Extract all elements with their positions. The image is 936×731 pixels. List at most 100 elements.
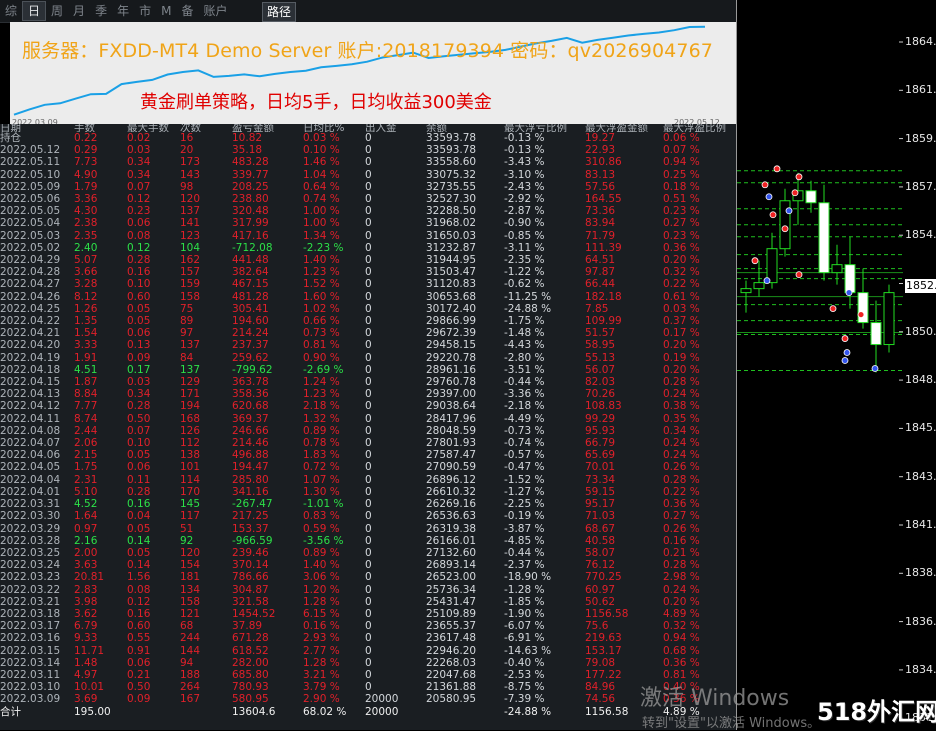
table-row[interactable]: 2022.04.12 7.77 0.28 194 620.68 2.18 % 0 29038.… (0, 400, 736, 412)
path-button[interactable]: 路径 (262, 2, 297, 22)
table-row[interactable]: 2022.04.08 2.44 0.07 126 246.66 0.89 % 0 28048.… (0, 425, 736, 437)
equity-curve-panel: 服务器：FXDD-MT4 Demo Server 账户:2018179394 密… (10, 22, 736, 127)
row-balance: 23617.48 (426, 632, 477, 645)
row-max-float-pct: 0.28 % (663, 376, 700, 389)
table-row[interactable]: 2022.04.07 2.06 0.10 112 214.46 0.78 % 0 27801.… (0, 437, 736, 449)
row-balance: 29397.00 (426, 388, 477, 401)
row-max-float-profit: 111.39 (585, 241, 622, 254)
row-deposit: 0 (365, 327, 372, 340)
tab-account[interactable]: 账户 (198, 2, 232, 20)
row-daily-pct: 3.06 % (303, 571, 340, 584)
table-row[interactable]: 2022.03.30 1.64 0.04 117 217.25 0.83 % 0 26536.… (0, 510, 736, 522)
tab-monthly[interactable]: 月 (68, 2, 90, 20)
table-row[interactable]: 2022.03.28 2.16 0.14 92 -966.59 -3.56 % 0 26166… (0, 535, 736, 547)
row-max-float-profit: 70.26 (585, 388, 616, 401)
tab-yearly[interactable]: 年 (112, 2, 134, 20)
table-row[interactable]: 2022.05.06 3.36 0.12 120 238.80 0.74 % 0 32527.… (0, 193, 736, 205)
row-daily-pct: 0.81 % (303, 339, 340, 352)
table-row[interactable]: 2022.04.04 2.31 0.11 114 285.80 1.07 % 0 26896.… (0, 474, 736, 486)
table-row[interactable]: 2022.04.11 8.74 0.50 168 369.37 1.32 % 0 28417.… (0, 413, 736, 425)
row-max-float-profit: 95.93 (585, 424, 616, 437)
row-max-lots: 0.05 (127, 302, 151, 315)
table-row[interactable]: 2022.04.05 1.75 0.06 101 194.47 0.72 % 0 27090.… (0, 461, 736, 473)
price-tick-label: 1834. (905, 662, 936, 676)
table-row[interactable]: 2022.04.15 1.87 0.03 129 363.78 1.24 % 0 29760.… (0, 376, 736, 388)
tab-weekly[interactable]: 周 (46, 2, 68, 20)
row-date: 2022.03.24 (0, 559, 61, 572)
row-date: 2022.04.13 (0, 388, 61, 401)
col-max-float-profit[interactable]: 最大浮盈金额 (585, 124, 663, 132)
row-max-drawdown: -2.35 % (504, 254, 545, 267)
row-max-float-profit: 65.69 (585, 449, 616, 462)
tab-market[interactable]: 市 (134, 2, 156, 20)
table-row[interactable]: 2022.03.14 1.48 0.06 94 282.00 1.28 % 0 22268.0… (0, 657, 736, 669)
table-row[interactable]: 2022.03.09 3.69 0.09 167 580.95 2.90 % 20000 20… (0, 693, 736, 705)
table-row[interactable]: 2022.03.15 11.71 0.91 144 618.52 2.77 % 0 22946… (0, 645, 736, 657)
col-date[interactable]: 日期 (0, 124, 74, 132)
col-balance[interactable]: 余额 (426, 124, 504, 132)
price-chart[interactable]: 1864. 1861. 1859. 1857. 1854. 1852. 1850. 1848.… (736, 0, 936, 730)
tab-notes[interactable]: 备 (176, 2, 198, 20)
table-row[interactable]: 2022.03.24 3.63 0.14 154 370.14 1.40 % 0 26893.… (0, 559, 736, 571)
row-max-drawdown: -8.75 % (504, 681, 545, 694)
table-row[interactable]: 2022.03.21 3.98 0.12 158 321.58 1.28 % 0 25431.… (0, 596, 736, 608)
table-row[interactable]: 2022.05.02 2.40 0.12 104 -712.08 -2.23 % 0 3123… (0, 242, 736, 254)
table-row[interactable]: 2022.04.22 1.35 0.05 89 194.60 0.66 % 0 29866.9… (0, 315, 736, 327)
table-row[interactable]: 2022.05.03 2.35 0.08 123 417.16 1.34 % 0 31650.… (0, 230, 736, 242)
col-max-drawdown[interactable]: 最大浮亏比例 (504, 124, 585, 132)
col-daily-pct[interactable]: 日均比% (303, 124, 365, 132)
row-deposit: 0 (365, 156, 372, 169)
table-row[interactable]: 2022.05.09 1.79 0.07 98 208.25 0.64 % 0 32735.5… (0, 181, 736, 193)
table-row[interactable]: 2022.03.31 4.52 0.16 145 -267.47 -1.01 % 0 2626… (0, 498, 736, 510)
table-row[interactable]: 2022.03.29 0.97 0.05 51 153.37 0.59 % 0 26319.3… (0, 523, 736, 535)
table-row[interactable]: 2022.05.12 0.29 0.03 20 35.18 0.10 % 0 33593.78… (0, 144, 736, 156)
trade-marker (795, 173, 803, 181)
col-trades[interactable]: 次数 (180, 124, 232, 132)
col-pnl[interactable]: 盈亏金额 (232, 124, 303, 132)
table-row[interactable]: 2022.04.06 2.15 0.05 138 496.88 1.83 % 0 27587.… (0, 449, 736, 461)
tab-quarterly[interactable]: 季 (90, 2, 112, 20)
table-row[interactable]: 2022.04.20 3.33 0.13 137 237.37 0.81 % 0 29458.… (0, 339, 736, 351)
table-row[interactable]: 2022.05.10 4.90 0.34 143 339.77 1.04 % 0 33075.… (0, 169, 736, 181)
col-max-lots[interactable]: 最大手数 (127, 124, 180, 132)
row-date: 2022.05.03 (0, 229, 61, 242)
table-row[interactable]: 2022.04.29 5.07 0.28 162 441.48 1.40 % 0 31944.… (0, 254, 736, 266)
tab-summary[interactable]: 综 (0, 2, 22, 20)
row-lots: 4.51 (74, 363, 98, 376)
row-deposit: 0 (365, 546, 372, 559)
table-row[interactable]: 2022.05.11 7.73 0.34 173 483.28 1.46 % 0 33558.… (0, 156, 736, 168)
table-row[interactable]: 2022.04.26 8.12 0.60 158 481.28 1.60 % 0 30653.… (0, 291, 736, 303)
table-row[interactable]: 2022.04.01 5.10 0.28 170 341.16 1.30 % 0 26610.… (0, 486, 736, 498)
table-row[interactable]: 2022.03.25 2.00 0.05 120 239.46 0.89 % 0 27132.… (0, 547, 736, 559)
table-row[interactable]: 2022.04.18 4.51 0.17 137 -799.62 -2.69 % 0 2896… (0, 364, 736, 376)
tab-daily[interactable]: 日 (22, 1, 47, 21)
table-row[interactable]: 2022.04.21 1.54 0.06 97 214.24 0.73 % 0 29672.3… (0, 327, 736, 339)
table-row[interactable]: 2022.03.18 3.62 0.16 121 1454.52 6.15 % 0 25109… (0, 608, 736, 620)
table-row[interactable]: 2022.03.16 9.33 0.55 244 671.28 2.93 % 0 23617.… (0, 632, 736, 644)
table-row[interactable]: 2022.04.28 3.66 0.16 157 382.64 1.23 % 0 31503.… (0, 266, 736, 278)
tab-m[interactable]: M (156, 2, 176, 20)
row-balance: 26523.00 (426, 571, 477, 584)
table-row[interactable]: 2022.05.05 4.30 0.23 137 320.48 1.00 % 0 32288.… (0, 205, 736, 217)
row-pnl: 35.18 (232, 144, 263, 157)
table-row[interactable]: 2022.03.10 10.01 0.50 264 780.93 3.79 % 0 21361… (0, 681, 736, 693)
table-row[interactable]: 2022.05.04 2.38 0.06 141 317.99 1.00 % 0 31968.… (0, 217, 736, 229)
table-row[interactable]: 2022.04.19 1.91 0.09 84 259.62 0.90 % 0 29220.7… (0, 352, 736, 364)
row-deposit: 0 (365, 620, 372, 633)
row-max-float-pct: 0.25 % (663, 168, 700, 181)
row-max-float-pct: 4.89 % (663, 607, 700, 620)
table-row[interactable]: 2022.04.13 8.84 0.34 171 358.36 1.23 % 0 29397.… (0, 388, 736, 400)
table-row[interactable]: 2022.03.17 6.79 0.60 68 37.89 0.16 % 0 23655.37… (0, 620, 736, 632)
table-row[interactable]: 2022.03.22 2.83 0.08 134 304.87 1.20 % 0 25736.… (0, 584, 736, 596)
col-lots[interactable]: 手数 (74, 124, 127, 132)
table-row[interactable]: 2022.04.27 3.28 0.10 159 467.15 1.52 % 0 31120.… (0, 278, 736, 290)
col-deposit[interactable]: 出入金 (365, 124, 426, 132)
table-row[interactable]: 2022.03.11 4.97 0.21 188 685.80 3.21 % 0 22047.… (0, 669, 736, 681)
col-max-float-pct[interactable]: 最大浮盈比例 (663, 124, 736, 132)
row-balance: 21361.88 (426, 681, 477, 694)
table-row[interactable]: 2022.04.25 1.26 0.05 75 305.41 1.02 % 0 30172.4… (0, 303, 736, 315)
row-daily-pct: 0.64 % (303, 180, 340, 193)
row-max-drawdown: -14.63 % (504, 644, 552, 657)
table-row[interactable]: 持仓 0.22 0.02 16 10.82 0.03 % 0 33593.78 -0.13 % 1… (0, 132, 736, 144)
table-row[interactable]: 2022.03.23 20.81 1.56 181 786.66 3.06 % 0 26523… (0, 571, 736, 583)
